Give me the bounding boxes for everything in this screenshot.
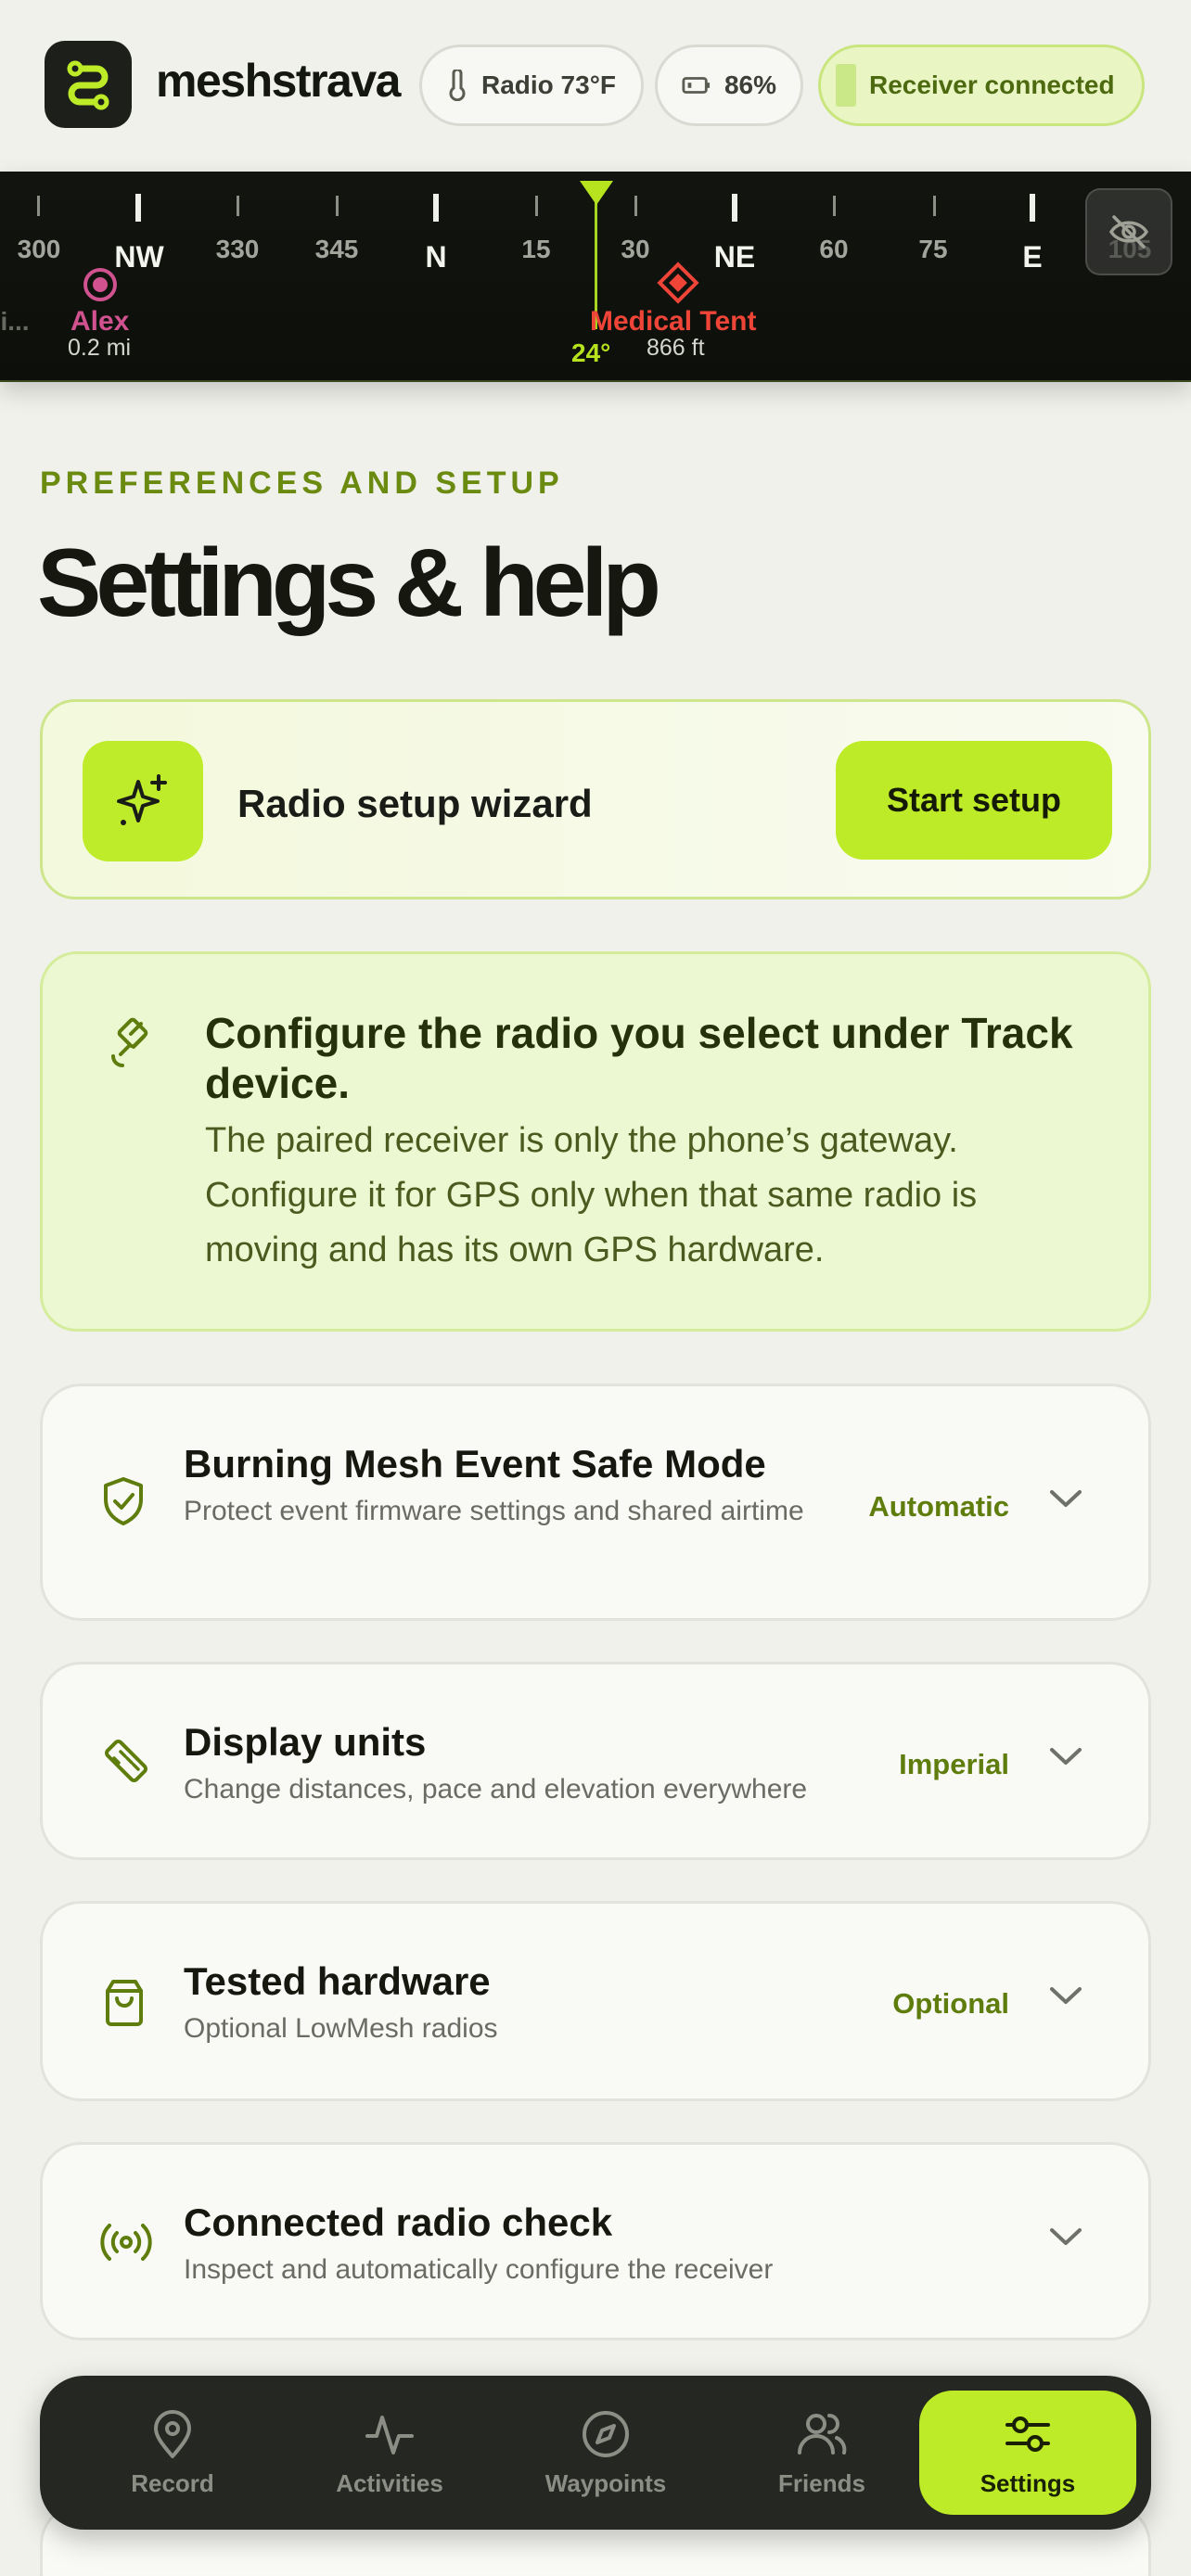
compass-tick — [336, 196, 339, 216]
setting-subtitle: Optional LowMesh radios — [184, 2013, 498, 2044]
nav-label: Activities — [336, 2468, 443, 2497]
shield-check-icon — [104, 1477, 143, 1525]
hide-compass-button[interactable] — [1085, 188, 1172, 275]
waypoint-marker-distance: 866 ft — [647, 335, 705, 361]
chevron-down-icon[interactable] — [1047, 2225, 1084, 2249]
page-eyebrow: PREFERENCES AND SETUP — [40, 465, 564, 501]
compass-tick — [1030, 194, 1035, 222]
setting-subtitle: Change distances, pace and elevation eve… — [184, 1774, 808, 1804]
nav-settings[interactable]: Settings — [919, 2391, 1136, 2515]
nav-activities[interactable]: Activities — [281, 2391, 498, 2515]
friend-marker-icon[interactable] — [82, 266, 119, 303]
compass-tick — [634, 196, 637, 216]
app-logo[interactable] — [45, 41, 132, 128]
chevron-down-icon[interactable] — [1047, 1983, 1084, 2008]
wizard-icon-tile — [83, 741, 203, 861]
compass-cardinal-label: NE — [713, 240, 756, 274]
radio-temperature-pill[interactable]: Radio 73°F — [419, 45, 644, 126]
compass-tick — [433, 194, 439, 222]
wizard-label: Radio setup wizard — [237, 782, 593, 825]
heading-value: 24° — [571, 338, 611, 367]
compass-tick — [732, 194, 737, 222]
friend-marker-name[interactable]: Alex — [70, 306, 129, 338]
compass-degree-label: 345 — [314, 235, 359, 263]
battery-pill[interactable]: 86% — [655, 45, 803, 126]
nav-friends[interactable]: Friends — [713, 2391, 930, 2515]
compass-degree-label: 300 — [17, 235, 61, 263]
compass-degree-label: 15 — [521, 235, 551, 263]
sparkles-icon — [117, 774, 167, 825]
setting-subtitle: Inspect and automatically configure the … — [184, 2254, 774, 2285]
start-setup-button[interactable]: Start setup — [836, 741, 1112, 860]
brand-name: meshstrava — [156, 55, 401, 107]
compass-tick — [237, 196, 239, 216]
compass-degree-label: 60 — [819, 235, 849, 263]
setting-value: Imperial — [899, 1748, 1009, 1780]
waypoint-marker-name[interactable]: Medical Tent — [590, 306, 756, 338]
compass-tick — [135, 194, 141, 222]
compass-strip[interactable]: 300 NW 330 345 N 15 30 NE 60 75 E 105 i.… — [0, 172, 1191, 382]
chevron-down-icon[interactable] — [1047, 1486, 1084, 1511]
nav-label: Settings — [980, 2468, 1076, 2497]
compass-tick — [933, 196, 936, 216]
ruler-icon — [105, 1740, 147, 1782]
setting-display-units[interactable]: Display units Change distances, pace and… — [40, 1662, 1151, 1860]
logo-mark-icon — [67, 60, 109, 110]
waypoint-marker-icon[interactable] — [655, 260, 701, 306]
track-device-info-callout: Configure the radio you select under Tra… — [40, 951, 1151, 1332]
info-title: Configure the radio you select under Tra… — [205, 1009, 1073, 1107]
battery-icon — [682, 77, 711, 94]
setting-title: Burning Mesh Event Safe Mode — [184, 1442, 766, 1486]
app-header: meshstrava Radio 73°F 86% Receiver conne… — [0, 0, 1191, 172]
compass-cardinal-label: E — [1022, 240, 1043, 274]
receiver-status: Receiver connected — [869, 70, 1115, 99]
setting-value: Automatic — [868, 1490, 1009, 1523]
nav-label: Friends — [778, 2468, 865, 2497]
nav-label: Waypoints — [544, 2468, 667, 2497]
radio-waves-icon — [100, 2224, 152, 2261]
setting-tested-hardware[interactable]: Tested hardware Optional LowMesh radios … — [40, 1901, 1151, 2101]
chevron-down-icon[interactable] — [1047, 1744, 1084, 1768]
setting-title: Tested hardware — [184, 1959, 491, 2003]
nav-waypoints[interactable]: Waypoints — [497, 2391, 714, 2515]
radio-temperature: Radio 73°F — [481, 70, 617, 99]
satellite-icon — [111, 1017, 148, 1067]
compass-degree-label: 30 — [621, 235, 650, 263]
battery-level: 86% — [724, 70, 776, 99]
eye-off-icon — [1108, 215, 1149, 249]
compass-tick — [535, 196, 538, 216]
sliders-icon — [1005, 2416, 1050, 2452]
friend-marker-distance: 0.2 mi — [68, 335, 132, 361]
users-icon — [798, 2413, 847, 2455]
compass-tick — [833, 196, 836, 216]
compass-offscreen-label: i... — [0, 307, 30, 336]
setting-connected-radio-check[interactable]: Connected radio check Inspect and automa… — [40, 2142, 1151, 2340]
setting-subtitle: Protect event firmware settings and shar… — [184, 1496, 804, 1526]
compass-icon — [583, 2410, 629, 2457]
radio-setup-wizard-card[interactable]: Radio setup wizard Start setup — [40, 699, 1151, 899]
activity-icon — [365, 2415, 414, 2455]
setting-value: Optional — [892, 1987, 1009, 2020]
page-title: Settings & help — [37, 529, 661, 637]
shopping-bag-icon — [106, 1980, 143, 2026]
compass-cardinal-label: NW — [114, 240, 164, 274]
compass-degree-label: 75 — [918, 235, 948, 263]
nav-record[interactable]: Record — [64, 2391, 281, 2515]
receiver-status-pill[interactable]: Receiver connected — [818, 45, 1145, 126]
nav-label: Record — [131, 2468, 214, 2497]
compass-degree-label: 330 — [215, 235, 260, 263]
compass-tick — [37, 196, 40, 216]
setting-safe-mode[interactable]: Burning Mesh Event Safe Mode Protect eve… — [40, 1384, 1151, 1621]
setting-title: Display units — [184, 1720, 427, 1764]
compass-cardinal-label: N — [425, 240, 447, 274]
setting-title: Connected radio check — [184, 2200, 613, 2244]
heading-pointer-icon — [580, 181, 613, 205]
map-pin-icon — [154, 2409, 191, 2458]
receiver-signal-indicator — [836, 64, 856, 107]
thermometer-icon — [449, 70, 466, 101]
info-body: The paired receiver is only the phone’s … — [205, 1121, 978, 1269]
bottom-navigation: Record Activities Waypoints Friends Sett… — [40, 2376, 1151, 2530]
